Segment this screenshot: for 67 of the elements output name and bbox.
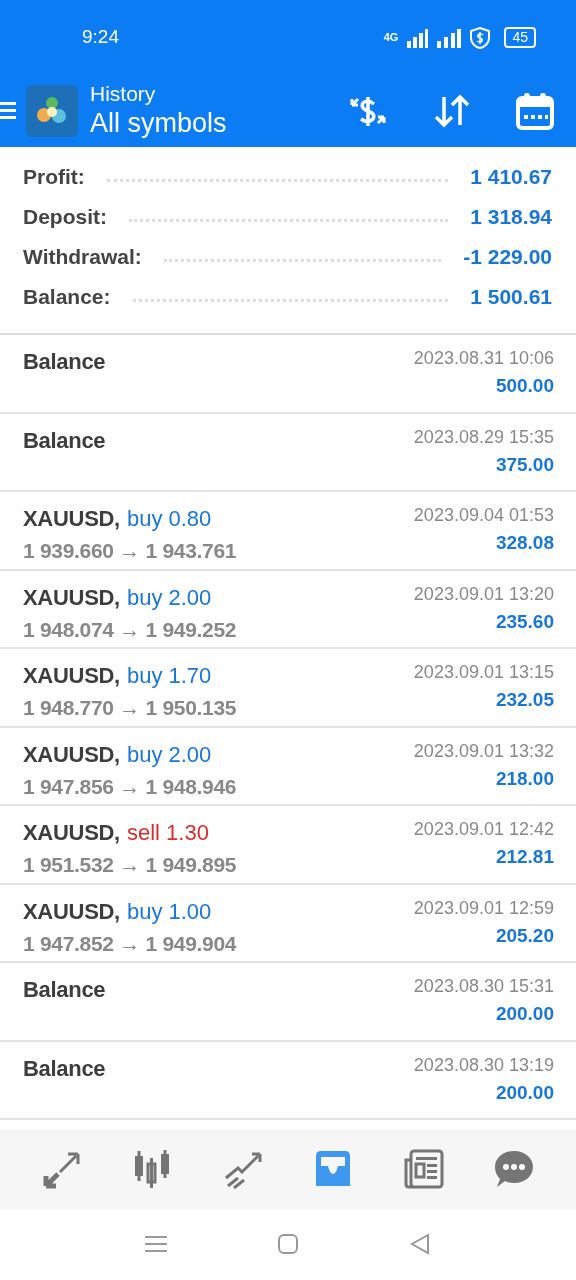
summary-label: Deposit: [23, 204, 107, 231]
deal-time: 2023.09.04 01:53 [413, 504, 554, 527]
symbol-text: XAUUSD, [23, 583, 120, 612]
battery-icon: 45 [504, 27, 536, 48]
sort-arrows-icon[interactable] [434, 93, 470, 129]
price-range-text: 1 947.852 → 1 949.904 [23, 930, 237, 957]
deal-time: 2023.09.01 13:15 [413, 661, 554, 684]
network-type-text: 4G [383, 30, 399, 46]
symbol-text: XAUUSD, [23, 819, 120, 847]
clock-text: 9:24 [82, 25, 119, 50]
price-range-text: 1 939.660 → 1 943.761 [23, 538, 237, 564]
price-range-text: 1 951.532 → 1 949.895 [23, 852, 237, 878]
signal-icon [436, 27, 463, 48]
calendar-icon[interactable] [516, 92, 554, 130]
summary-value: 1 410.67 [470, 164, 552, 191]
deal-amount: 200.00 [494, 1002, 554, 1026]
deal-time: 2023.08.30 13:19 [413, 1053, 554, 1077]
trade-type-text: buy 2.00 [126, 740, 212, 769]
trade-type-text: buy 1.00 [126, 897, 212, 926]
deal-title: Balance [23, 348, 106, 376]
recent-apps-icon[interactable] [145, 1233, 167, 1255]
price-range-text: 1 948.074 → 1 949.252 [23, 616, 237, 643]
summary-value: -1 229.00 [463, 244, 552, 271]
symbol-text: XAUUSD, [23, 662, 120, 690]
symbol-text: XAUUSD, [23, 505, 120, 533]
deal-amount: 200.00 [494, 1080, 554, 1105]
deal-title: Balance [23, 426, 106, 455]
deal-time: 2023.09.01 13:20 [413, 582, 554, 606]
deal-time: 2023.09.01 12:59 [413, 896, 554, 920]
symbol-text: XAUUSD, [23, 897, 120, 926]
deal-time: 2023.08.30 15:31 [413, 975, 554, 998]
app-logo-icon [26, 85, 78, 137]
deal-amount: 212.81 [494, 845, 554, 869]
summary-value: 1 318.94 [470, 204, 552, 231]
chat-bubble-icon[interactable] [493, 1148, 536, 1190]
deal-amount: 328.08 [494, 531, 554, 555]
newspaper-icon[interactable] [402, 1148, 445, 1190]
trade-type-text: sell 1.30 [126, 819, 209, 847]
summary-label: Balance: [23, 284, 111, 311]
deal-time: 2023.09.01 13:32 [413, 739, 554, 763]
back-icon[interactable] [409, 1233, 431, 1255]
symbol-text: XAUUSD, [23, 740, 120, 769]
deal-title: Balance [23, 1054, 106, 1083]
deal-time: 2023.08.29 15:35 [413, 425, 554, 449]
screen-title: All symbols [90, 107, 228, 140]
deal-time: 2023.08.31 10:06 [413, 347, 554, 370]
summary-label: Withdrawal: [23, 244, 142, 271]
deal-amount: 218.00 [494, 766, 554, 791]
price-range-text: 1 947.856 → 1 948.946 [23, 773, 237, 800]
signal-icon [406, 27, 429, 48]
deal-amount: 232.05 [494, 688, 554, 712]
deal-title: Balance [23, 976, 106, 1004]
deal-amount: 235.60 [494, 609, 554, 634]
trade-type-text: buy 2.00 [126, 583, 212, 612]
deal-amount: 375.00 [494, 452, 554, 477]
home-icon[interactable] [277, 1233, 299, 1255]
menu-icon[interactable] [0, 100, 16, 122]
deal-time: 2023.09.01 12:42 [413, 818, 554, 841]
summary-value: 1 500.61 [470, 284, 552, 311]
trade-type-text: buy 1.70 [126, 662, 212, 690]
deal-amount: 205.20 [494, 923, 554, 948]
deal-amount: 500.00 [494, 374, 554, 398]
price-range-text: 1 948.770 → 1 950.135 [23, 695, 237, 721]
shield-icon [470, 26, 491, 49]
screen-subtitle: History [90, 82, 157, 106]
summary-label: Profit: [23, 164, 85, 191]
trade-type-text: buy 0.80 [126, 505, 212, 533]
